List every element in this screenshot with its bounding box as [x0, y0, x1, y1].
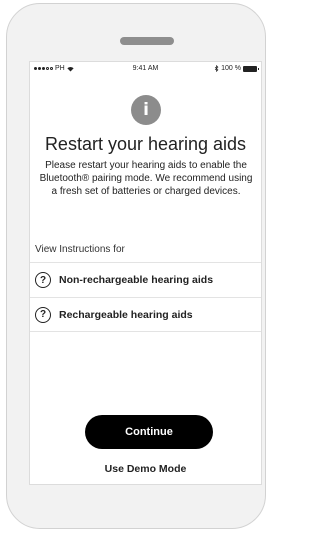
list-item-label: Non-rechargeable hearing aids [59, 274, 214, 286]
app-screen: PH 9:41 AM 100 % i Restart your hearing … [29, 61, 262, 485]
info-icon: i [131, 95, 161, 125]
list-item-non-rechargeable[interactable]: ? Non-rechargeable hearing aids [30, 262, 261, 297]
phone-frame: PH 9:41 AM 100 % i Restart your hearing … [6, 3, 266, 529]
battery-percentage: 100 % [221, 65, 241, 72]
page-description: Please restart your hearing aids to enab… [39, 160, 253, 197]
status-right: 100 % [214, 65, 259, 72]
question-icon: ? [35, 272, 51, 288]
battery-icon [243, 65, 259, 72]
list-item-label: Rechargeable hearing aids [59, 308, 193, 321]
question-icon: ? [35, 306, 51, 323]
continue-button[interactable]: Continue [85, 415, 213, 449]
phone-speaker [120, 37, 174, 45]
page-title: Restart your hearing aids [44, 134, 247, 154]
list-item-rechargeable[interactable]: ? Rechargeable hearing aids [30, 297, 261, 332]
instructions-label: View Instructions for [35, 244, 125, 255]
demo-mode-link[interactable]: Use Demo Mode [30, 463, 261, 475]
bluetooth-icon [214, 65, 219, 72]
status-bar: PH 9:41 AM 100 % [30, 62, 261, 76]
instructions-list: ? Non-rechargeable hearing aids ? Rechar… [30, 262, 261, 332]
